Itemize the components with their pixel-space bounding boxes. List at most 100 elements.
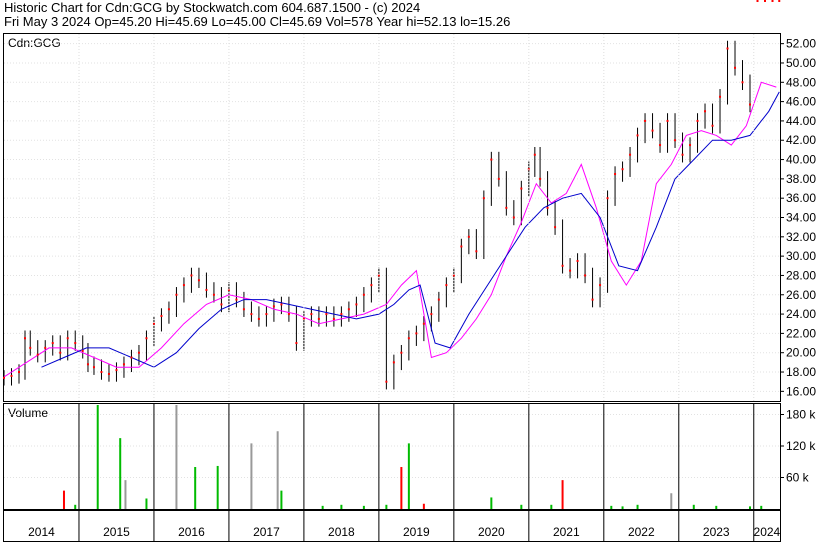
- close-marker: [317, 317, 320, 320]
- close-marker: [145, 337, 148, 340]
- close-marker: [734, 66, 737, 69]
- price-tick-label: 40.00: [786, 153, 816, 167]
- close-marker: [651, 129, 654, 132]
- close-marker: [771, 0, 774, 2]
- close-marker: [505, 206, 508, 209]
- close-marker: [533, 153, 536, 156]
- close-marker: [696, 119, 699, 122]
- close-marker: [475, 250, 478, 253]
- volume-tick-label: 120 k: [786, 439, 816, 453]
- symbol-label: Cdn:GCG: [8, 36, 61, 50]
- close-marker: [422, 322, 425, 325]
- close-marker: [197, 279, 200, 282]
- price-tick-label: 34.00: [786, 211, 816, 225]
- close-marker: [175, 293, 178, 296]
- close-marker: [92, 366, 95, 369]
- close-marker: [190, 274, 193, 277]
- price-tick-label: 50.00: [786, 56, 816, 70]
- close-marker: [554, 226, 557, 229]
- close-marker: [689, 144, 692, 147]
- close-marker: [407, 337, 410, 340]
- close-marker: [122, 363, 125, 366]
- year-label: 2019: [403, 525, 430, 539]
- close-marker: [726, 47, 729, 50]
- price-tick-label: 44.00: [786, 114, 816, 128]
- close-marker: [561, 264, 564, 267]
- close-marker: [59, 351, 62, 354]
- close-marker: [636, 134, 639, 137]
- close-marker: [460, 245, 463, 248]
- close-marker: [107, 372, 110, 375]
- close-marker: [325, 313, 328, 316]
- close-marker: [520, 187, 523, 190]
- close-marker: [749, 103, 752, 106]
- close-marker: [539, 177, 542, 180]
- close-marker: [74, 342, 77, 345]
- close-marker: [621, 168, 624, 171]
- close-marker: [205, 288, 208, 291]
- close-marker: [167, 308, 170, 311]
- close-marker: [212, 293, 215, 296]
- close-marker: [764, 0, 767, 2]
- close-marker: [362, 293, 365, 296]
- close-marker: [280, 303, 283, 306]
- price-tick-label: 52.00: [786, 37, 816, 51]
- close-marker: [392, 361, 395, 364]
- close-marker: [100, 371, 103, 374]
- volume-tick-label: 60 k: [786, 471, 810, 485]
- close-marker: [497, 177, 500, 180]
- close-marker: [66, 337, 69, 340]
- close-marker: [332, 317, 335, 320]
- volume-label: Volume: [8, 406, 48, 420]
- year-label: 2014: [28, 525, 55, 539]
- close-marker: [287, 313, 290, 316]
- close-marker: [629, 153, 632, 156]
- price-tick-label: 22.00: [786, 326, 816, 340]
- close-marker: [29, 346, 32, 349]
- close-marker: [490, 158, 493, 161]
- close-marker: [137, 351, 140, 354]
- close-marker: [614, 173, 617, 176]
- year-label: 2018: [328, 525, 355, 539]
- close-marker: [265, 313, 268, 316]
- close-marker: [576, 259, 579, 262]
- close-marker: [606, 197, 609, 200]
- price-tick-label: 20.00: [786, 346, 816, 360]
- close-marker: [467, 235, 470, 238]
- year-label: 2022: [628, 525, 655, 539]
- year-label: 2021: [553, 525, 580, 539]
- price-tick-label: 36.00: [786, 191, 816, 205]
- close-marker: [17, 371, 20, 374]
- close-marker: [220, 303, 223, 306]
- price-tick-label: 30.00: [786, 249, 816, 263]
- year-label: 2017: [253, 525, 280, 539]
- price-tick-label: 18.00: [786, 365, 816, 379]
- price-y-axis: 16.00 18.00 20.00 22.00 24.00 26.00 28.00 30.00…: [780, 37, 816, 398]
- close-marker: [152, 322, 155, 325]
- year-label: 2016: [178, 525, 205, 539]
- volume-tick-label: 180 k: [786, 408, 816, 422]
- close-marker: [160, 315, 163, 318]
- close-marker: [347, 308, 350, 311]
- close-marker: [44, 346, 47, 349]
- close-marker: [3, 376, 5, 379]
- close-marker: [415, 332, 418, 335]
- year-label: 2020: [478, 525, 505, 539]
- close-marker: [430, 313, 433, 316]
- close-marker: [23, 337, 26, 340]
- close-marker: [591, 298, 594, 301]
- close-marker: [778, 0, 781, 2]
- close-marker: [370, 284, 373, 287]
- close-marker: [666, 119, 669, 122]
- volume-y-axis: 60 k 120 k 180 k: [780, 408, 816, 485]
- close-marker: [51, 342, 54, 345]
- close-marker: [546, 206, 549, 209]
- close-marker: [711, 124, 714, 127]
- year-label: 2015: [103, 525, 130, 539]
- close-marker: [644, 119, 647, 122]
- close-marker: [242, 308, 245, 311]
- close-marker: [445, 284, 448, 287]
- close-marker: [130, 356, 133, 359]
- price-tick-label: 46.00: [786, 95, 816, 109]
- close-marker: [482, 197, 485, 200]
